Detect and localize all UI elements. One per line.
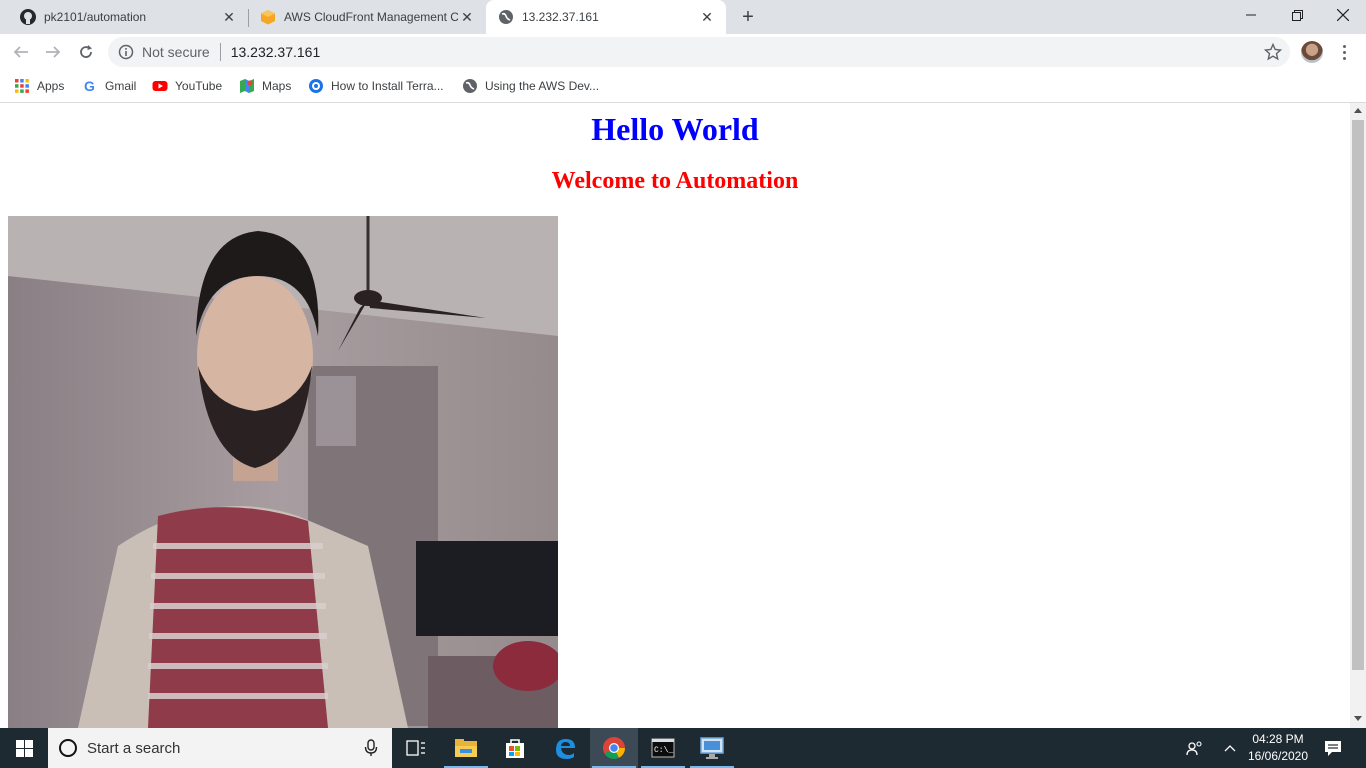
- security-label[interactable]: Not secure: [142, 44, 210, 60]
- windows-logo-icon: [15, 739, 33, 757]
- tab-title: pk2101/automation: [44, 10, 147, 24]
- people-icon: [1186, 741, 1202, 756]
- start-button[interactable]: [0, 728, 48, 768]
- taskbar-search-box[interactable]: Start a search: [48, 728, 392, 768]
- tab-active-page[interactable]: 13.232.37.161 ✕: [486, 0, 726, 34]
- tab-strip: pk2101/automation ✕ AWS CloudFront Manag…: [0, 0, 1366, 34]
- store-button[interactable]: [491, 728, 539, 768]
- remote-desktop-icon: [700, 737, 724, 759]
- task-view-icon: [406, 740, 425, 756]
- bookmark-maps[interactable]: Maps: [239, 76, 291, 96]
- edge-button[interactable]: [541, 728, 589, 768]
- aws-box-icon: [261, 10, 275, 25]
- svg-text:G: G: [84, 78, 95, 94]
- google-icon: G: [84, 78, 95, 94]
- browser-menu-button[interactable]: [1336, 42, 1352, 62]
- terminal-icon: C:\_: [651, 738, 675, 758]
- folder-icon: [455, 739, 477, 757]
- system-clock[interactable]: 04:28 PM 16/06/2020: [1243, 731, 1313, 765]
- bookmark-youtube[interactable]: YouTube: [152, 76, 222, 96]
- bookmark-label: Gmail: [105, 79, 137, 93]
- close-tab-icon[interactable]: ✕: [220, 8, 238, 26]
- scrollbar-thumb[interactable]: [1352, 120, 1364, 670]
- bookmark-label: Maps: [262, 79, 292, 93]
- chrome-icon: [603, 737, 625, 759]
- bookmark-aws-dev[interactable]: Using the AWS Dev...: [462, 76, 599, 96]
- tab-title: 13.232.37.161: [522, 10, 599, 24]
- store-icon: [506, 739, 524, 758]
- tab-aws-cloudfront[interactable]: AWS CloudFront Management Co ✕: [248, 0, 486, 34]
- task-view-button[interactable]: [392, 728, 440, 768]
- arrow-right-icon: [46, 46, 61, 58]
- profile-avatar[interactable]: [1301, 41, 1323, 63]
- web-page-content: Hello World Welcome to Automation: [0, 103, 1350, 728]
- globe-icon: [463, 79, 477, 93]
- arrow-left-icon: [13, 46, 28, 58]
- tab-title: AWS CloudFront Management Co: [284, 10, 458, 24]
- remote-desktop-button[interactable]: [688, 728, 736, 768]
- youtube-icon: [152, 81, 168, 91]
- bookmark-gmail[interactable]: G Gmail: [82, 76, 136, 96]
- svg-text:C:\_: C:\_: [654, 746, 673, 755]
- bookmark-install-terraform[interactable]: How to Install Terra...: [308, 76, 444, 96]
- page-subheading: Welcome to Automation: [551, 168, 799, 194]
- forward-button[interactable]: [40, 39, 66, 65]
- close-tab-icon[interactable]: ✕: [458, 8, 476, 26]
- notification-icon: [1325, 740, 1341, 756]
- reload-icon: [80, 45, 92, 58]
- bookmark-star-icon[interactable]: [1264, 43, 1282, 61]
- file-explorer-button[interactable]: [442, 728, 490, 768]
- new-tab-button[interactable]: +: [737, 6, 759, 28]
- tab-github[interactable]: pk2101/automation ✕: [8, 0, 248, 34]
- windows-taskbar: Start a search C:\_ 04:28 PM 16/06/2020: [0, 728, 1366, 768]
- microphone-icon[interactable]: [364, 739, 378, 757]
- omnibox-divider: [219, 43, 221, 61]
- bookmark-apps[interactable]: Apps: [14, 76, 64, 96]
- show-hidden-icons-button[interactable]: [1218, 728, 1242, 768]
- profile-photo: [8, 216, 558, 728]
- reload-button[interactable]: [73, 39, 99, 65]
- chevron-up-icon: [1224, 745, 1236, 752]
- scroll-down-arrow-icon[interactable]: [1354, 716, 1362, 721]
- url-text[interactable]: 13.232.37.161: [231, 44, 321, 60]
- page-scrollbar[interactable]: [1350, 103, 1366, 728]
- browser-chrome: pk2101/automation ✕ AWS CloudFront Manag…: [0, 0, 1366, 103]
- page-heading: Hello World: [591, 111, 759, 147]
- bookmark-label: How to Install Terra...: [331, 79, 444, 93]
- cortana-icon: [59, 739, 77, 757]
- close-icon: [1337, 9, 1349, 21]
- bookmark-site-icon: [309, 79, 323, 93]
- close-window-button[interactable]: [1320, 0, 1366, 30]
- chrome-button[interactable]: [590, 728, 638, 768]
- search-placeholder: Start a search: [87, 739, 181, 757]
- clock-time: 04:28 PM: [1252, 732, 1304, 746]
- browser-toolbar: Not secure 13.232.37.161: [0, 34, 1366, 70]
- portrait-image: [8, 216, 558, 728]
- minimize-button[interactable]: [1228, 0, 1274, 30]
- scroll-up-arrow-icon[interactable]: [1354, 108, 1362, 113]
- bookmark-label: Using the AWS Dev...: [485, 79, 600, 93]
- action-center-button[interactable]: [1318, 728, 1348, 768]
- edge-icon: [556, 739, 575, 759]
- apps-grid-icon: [15, 79, 29, 93]
- maps-icon: [240, 79, 254, 93]
- people-button[interactable]: [1182, 728, 1208, 768]
- restore-button[interactable]: [1274, 0, 1320, 30]
- close-tab-icon[interactable]: ✕: [698, 8, 716, 26]
- bookmarks-bar: Apps G Gmail YouTube Maps How to Install…: [0, 70, 1366, 103]
- globe-icon: [499, 10, 513, 24]
- restore-icon: [1291, 9, 1303, 21]
- command-prompt-button[interactable]: C:\_: [639, 728, 687, 768]
- clock-date: 16/06/2020: [1247, 749, 1309, 763]
- github-icon: [20, 9, 36, 25]
- address-bar[interactable]: Not secure 13.232.37.161: [108, 37, 1290, 67]
- bookmark-label: Apps: [37, 79, 65, 93]
- back-button[interactable]: [8, 39, 34, 65]
- info-icon[interactable]: [118, 44, 134, 60]
- minimize-icon: [1246, 14, 1256, 16]
- bookmark-label: YouTube: [175, 79, 223, 93]
